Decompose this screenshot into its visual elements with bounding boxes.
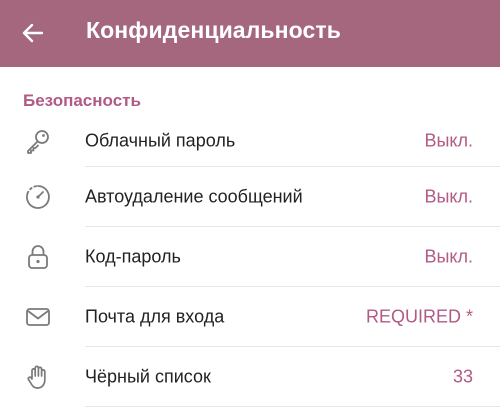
setting-value: 33 (452, 366, 473, 387)
setting-label: Облачный пароль (85, 130, 236, 150)
setting-label: Автоудаление сообщений (85, 186, 303, 207)
lock-icon (24, 243, 52, 271)
setting-label: Код-пароль (85, 246, 181, 267)
key-icon (24, 127, 52, 155)
setting-passcode[interactable]: Код-пароль Выкл. (0, 227, 500, 287)
setting-auto-delete[interactable]: Автоудаление сообщений Выкл. (0, 167, 500, 227)
section-title-security: Безопасность (23, 91, 141, 110)
setting-login-email[interactable]: Почта для входа REQUIRED * (0, 287, 500, 347)
app-bar: Конфиденциальность (0, 0, 500, 67)
setting-cloud-password[interactable]: Облачный пароль Выкл. (0, 114, 500, 167)
setting-label: Почта для входа (85, 306, 225, 327)
setting-value: Выкл. (424, 130, 473, 150)
divider (85, 406, 500, 407)
hand-icon (24, 363, 52, 391)
setting-blocked-users[interactable]: Чёрный список 33 (0, 347, 500, 407)
back-button[interactable] (18, 18, 48, 48)
page-title: Конфиденциальность (86, 17, 341, 43)
arrow-left-icon (22, 23, 44, 43)
timer-icon (24, 183, 52, 211)
setting-label: Чёрный список (85, 366, 211, 387)
setting-value: Выкл. (424, 186, 473, 207)
envelope-icon (24, 303, 52, 331)
setting-value: Выкл. (424, 246, 473, 267)
setting-value: REQUIRED * (365, 306, 473, 327)
security-settings-list: Облачный пароль Выкл. Автоудаление сообщ… (0, 114, 500, 407)
